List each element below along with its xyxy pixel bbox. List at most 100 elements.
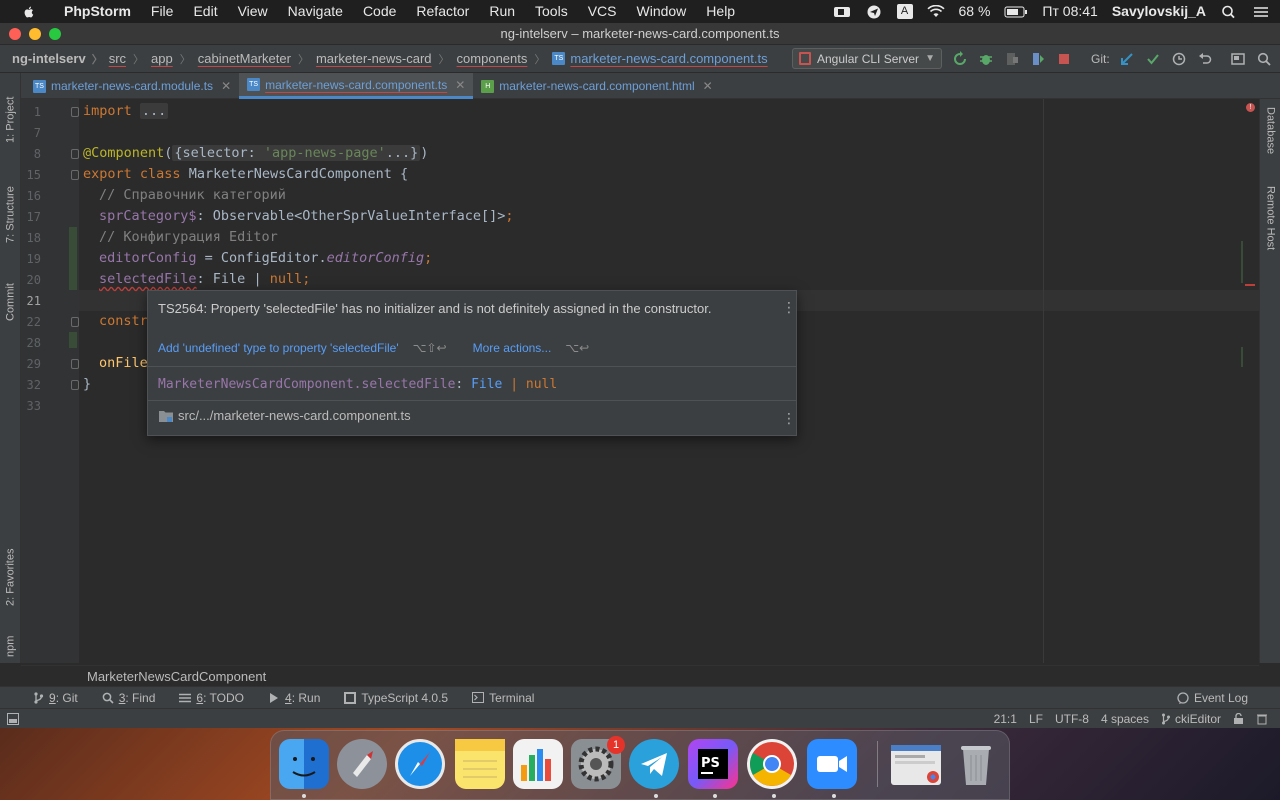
menu-run[interactable]: Run <box>479 0 525 23</box>
menu-window[interactable]: Window <box>627 0 697 23</box>
menu-navigate[interactable]: Navigate <box>278 0 353 23</box>
close-tab-icon[interactable]: ✕ <box>221 79 231 93</box>
find-tool-window-button[interactable]: 3: Find <box>102 691 155 705</box>
search-everywhere-icon[interactable] <box>1255 50 1273 68</box>
stop-icon[interactable] <box>1055 50 1073 68</box>
editor-breadcrumb[interactable]: MarketerNewsCardComponent <box>21 665 1259 687</box>
database-tool-tab[interactable]: Database <box>1260 101 1280 161</box>
fold-marker-icon[interactable] <box>71 149 79 159</box>
git-update-icon[interactable] <box>1118 50 1136 68</box>
fold-marker-icon[interactable] <box>71 359 79 369</box>
npm-tool-tab[interactable]: npm <box>0 631 21 661</box>
menu-view[interactable]: View <box>228 0 278 23</box>
menu-code[interactable]: Code <box>353 0 406 23</box>
event-log-button[interactable]: Event Log <box>1177 687 1248 709</box>
screen-record-icon[interactable] <box>833 5 851 19</box>
breadcrumb-marketer-news-card[interactable]: marketer-news-card 〉 <box>316 51 457 67</box>
error-stripe-marker[interactable] <box>1241 241 1243 283</box>
git-rollback-icon[interactable] <box>1196 50 1214 68</box>
memory-indicator-icon[interactable] <box>1256 713 1268 725</box>
breadcrumb-cabinet-marketer[interactable]: cabinetMarketer 〉 <box>198 51 316 67</box>
git-tool-window-button[interactable]: 9: Git <box>32 691 78 705</box>
apple-icon[interactable] <box>18 5 40 19</box>
declaration-path[interactable]: src/.../marketer-news-card.component.ts <box>158 408 411 423</box>
more-actions-link[interactable]: More actions... <box>473 341 552 355</box>
folded-imports[interactable]: ... <box>139 103 169 119</box>
menu-vcs[interactable]: VCS <box>578 0 627 23</box>
git-commit-icon[interactable] <box>1144 50 1162 68</box>
clock[interactable]: Пт 08:41 <box>1042 0 1097 23</box>
run-tool-window-button[interactable]: 4: Run <box>268 691 320 705</box>
breadcrumb-file[interactable]: TS marketer-news-card.component.ts <box>552 51 768 66</box>
finder-icon[interactable] <box>279 739 329 789</box>
menu-refactor[interactable]: Refactor <box>406 0 479 23</box>
error-stripe-marker[interactable] <box>1245 284 1255 286</box>
vcs-change-marker[interactable] <box>69 332 77 348</box>
menu-phpstorm[interactable]: PhpStorm <box>54 0 141 23</box>
presentation-mode-icon[interactable] <box>1229 50 1247 68</box>
remote-host-tool-tab[interactable]: Remote Host <box>1260 175 1280 261</box>
commit-tool-tab[interactable]: Commit <box>0 271 21 333</box>
zoom-window-button[interactable] <box>49 27 61 40</box>
vcs-change-marker[interactable] <box>69 227 77 290</box>
error-highlight[interactable]: selectedFile <box>99 271 197 287</box>
indent-setting[interactable]: 4 spaces <box>1101 709 1149 729</box>
fold-marker-icon[interactable] <box>71 317 79 327</box>
error-indicator-icon[interactable]: ! <box>1246 103 1255 112</box>
menu-help[interactable]: Help <box>696 0 745 23</box>
tab-module-ts[interactable]: TS marketer-news-card.module.ts ✕ <box>25 73 239 99</box>
wifi-icon[interactable] <box>926 4 945 19</box>
project-tool-tab[interactable]: 1: Project <box>0 81 21 159</box>
spotlight-search-icon[interactable] <box>1220 5 1238 19</box>
battery-icon[interactable] <box>1004 5 1028 19</box>
tab-component-ts[interactable]: TS marketer-news-card.component.ts ✕ <box>239 73 474 99</box>
line-separator[interactable]: LF <box>1029 709 1043 729</box>
run-configuration-select[interactable]: Angular CLI Server ▼ <box>792 48 942 69</box>
popup-menu-icon[interactable]: ⋮ <box>782 300 796 314</box>
zoom-icon[interactable] <box>807 739 857 789</box>
close-tab-icon[interactable]: ✕ <box>455 78 465 92</box>
chrome-icon[interactable] <box>747 739 797 789</box>
chrome-window-thumbnail[interactable] <box>891 745 941 785</box>
user-name[interactable]: Savylovskij_A <box>1112 0 1206 23</box>
structure-tool-tab[interactable]: 7: Structure <box>0 171 21 259</box>
debug-icon[interactable] <box>977 50 995 68</box>
folded-decorator-args[interactable]: {selector: 'app-news-page'...} <box>172 145 421 161</box>
git-branch-widget[interactable]: ckiEditor <box>1161 709 1221 729</box>
tab-component-html[interactable]: H marketer-news-card.component.html ✕ <box>473 73 720 99</box>
fold-marker-icon[interactable] <box>71 170 79 180</box>
close-window-button[interactable] <box>9 27 21 40</box>
caret-position[interactable]: 21:1 <box>994 709 1017 729</box>
menu-edit[interactable]: Edit <box>183 0 227 23</box>
favorites-tool-tab[interactable]: 2: Favorites <box>0 535 21 619</box>
close-tab-icon[interactable]: ✕ <box>703 79 713 93</box>
telegram-icon[interactable] <box>629 739 679 789</box>
toggle-tool-windows-icon[interactable] <box>7 713 19 725</box>
numbers-icon[interactable] <box>513 739 563 789</box>
menu-file[interactable]: File <box>141 0 184 23</box>
editor-gutter[interactable]: 1 7 8 15 16 17 18 19 20 21 22 28 29 32 3… <box>21 99 79 663</box>
minimize-window-button[interactable] <box>29 27 41 40</box>
typescript-tool-window-button[interactable]: TypeScript 4.0.5 <box>344 691 448 705</box>
launchpad-icon[interactable] <box>337 739 387 789</box>
location-icon[interactable] <box>865 5 883 19</box>
trash-icon[interactable] <box>951 739 1001 789</box>
terminal-tool-window-button[interactable]: Terminal <box>472 691 534 705</box>
phpstorm-icon[interactable]: PS <box>688 739 738 789</box>
safari-icon[interactable] <box>395 739 445 789</box>
git-history-icon[interactable] <box>1170 50 1188 68</box>
breadcrumb-components[interactable]: components 〉 <box>457 51 553 67</box>
popup-path-menu-icon[interactable]: ⋮ <box>782 411 796 425</box>
error-stripe-marker[interactable] <box>1241 347 1243 367</box>
file-encoding[interactable]: UTF-8 <box>1055 709 1089 729</box>
breadcrumb-project[interactable]: ng-intelserv 〉 <box>0 51 109 67</box>
breadcrumb-src[interactable]: src 〉 <box>109 51 151 67</box>
notes-icon[interactable] <box>455 739 505 789</box>
breadcrumb-app[interactable]: app 〉 <box>151 51 198 67</box>
fold-marker-icon[interactable] <box>71 107 79 117</box>
lock-icon[interactable] <box>1233 713 1244 725</box>
rerun-icon[interactable] <box>951 50 969 68</box>
menu-tools[interactable]: Tools <box>525 0 578 23</box>
todo-tool-window-button[interactable]: 6: TODO <box>179 691 244 705</box>
title-bar[interactable]: ng-intelserv – marketer-news-card.compon… <box>0 23 1280 45</box>
